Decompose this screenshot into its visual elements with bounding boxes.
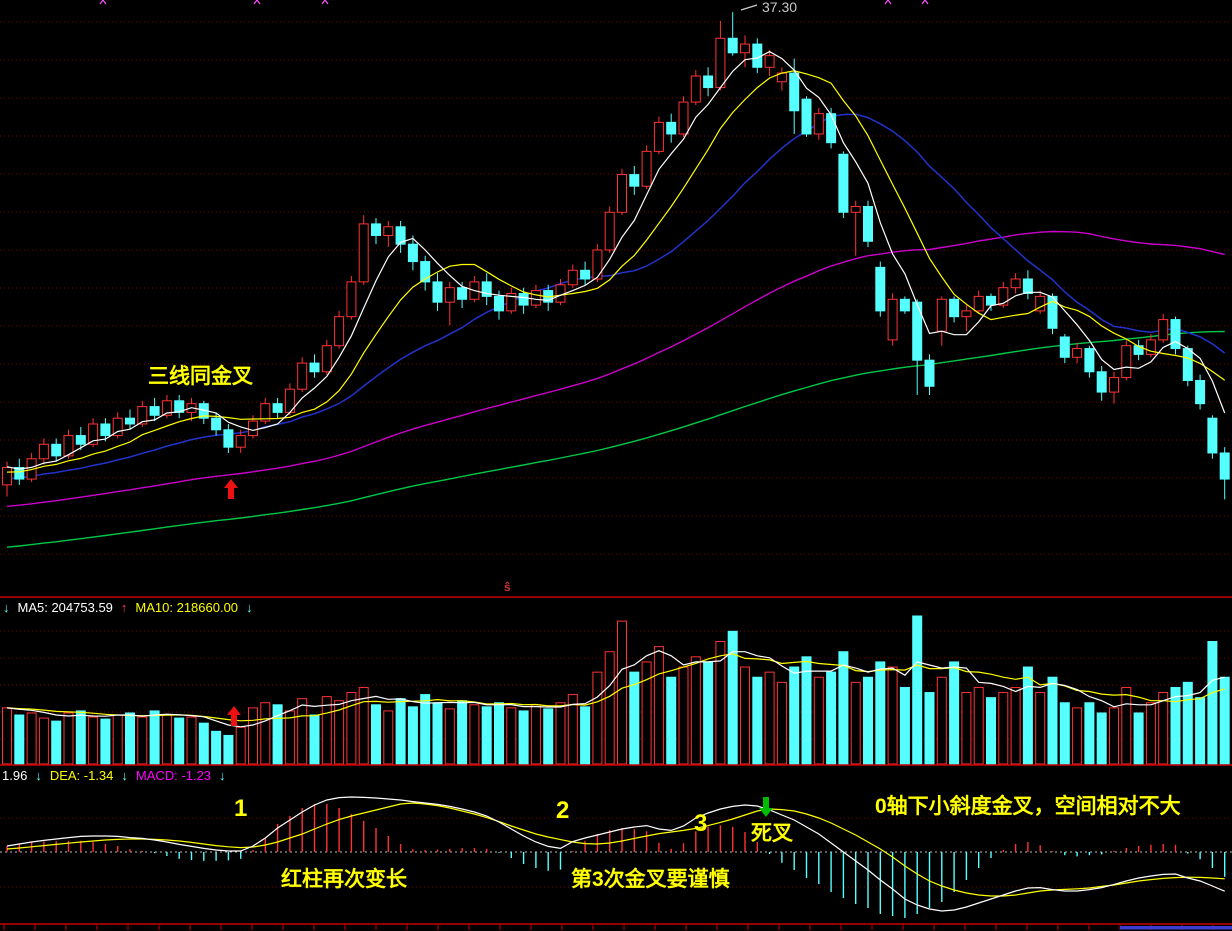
volume-ma5-label: MA5: 204753.59: [18, 600, 113, 615]
volume-ma10-down-icon: ↓: [246, 600, 253, 615]
volume-trend-down-icon: ↓: [3, 600, 10, 615]
annotation-three-line-golden-cross: 三线同金叉: [148, 366, 253, 387]
signal-arrows: [224, 479, 773, 817]
gridlines: [0, 22, 1232, 887]
macd-golden-cross-1-label: 1: [234, 797, 247, 821]
volume-ma5-up-icon: ↑: [121, 600, 128, 615]
date-axis-selection: [1120, 926, 1232, 930]
macd-dif-value: 1.96: [2, 768, 27, 783]
price-ma-long-lines: [7, 114, 1225, 547]
macd-histogram: [7, 804, 1225, 918]
macd-golden-cross-2-label: 2: [556, 799, 569, 823]
death-cross-label: 死叉: [751, 823, 793, 844]
volume-ma10-label: MA10: 218660.00: [135, 600, 238, 615]
red-histogram-note: 红柱再次变长: [281, 869, 407, 890]
macd-indicator-header: 1.96 ↓ DEA: -1.34 ↓ MACD: -1.23 ↓: [2, 769, 234, 782]
macd-dif-down-icon: ↓: [35, 768, 42, 783]
chart-canvas[interactable]: [0, 0, 1232, 931]
zero-axis-golden-cross-note: 0轴下小斜度金叉，空间相对不大: [875, 796, 1181, 817]
top-edge-ticks: [100, 0, 928, 4]
volume-indicator-header: ↓ MA5: 204753.59 ↑ MA10: 218660.00 ↓: [3, 601, 261, 614]
volume-bars: [3, 616, 1230, 764]
macd-hist-down-icon: ↓: [219, 768, 226, 783]
macd-hist-value: MACD: -1.23: [136, 768, 211, 783]
macd-golden-cross-3-label: 3: [694, 812, 707, 836]
macd-dea-value: DEA: -1.34: [50, 768, 114, 783]
third-golden-cross-warning: 第3次金叉要谨慎: [571, 869, 730, 890]
peak-price-pointer: [741, 5, 757, 10]
golden-cross-up-arrow-price: [224, 479, 238, 499]
macd-dea-down-icon: ↓: [121, 768, 128, 783]
golden-cross-up-arrow-volume: [227, 706, 241, 726]
peak-price-label: 37.30: [762, 0, 797, 14]
separator-glyph-marker: ŝ: [504, 581, 511, 593]
stock-chart-app: ↓ MA5: 204753.59 ↑ MA10: 218660.00 ↓ 1.96 ↓ DE…: [0, 0, 1232, 931]
candlesticks: [3, 12, 1230, 499]
